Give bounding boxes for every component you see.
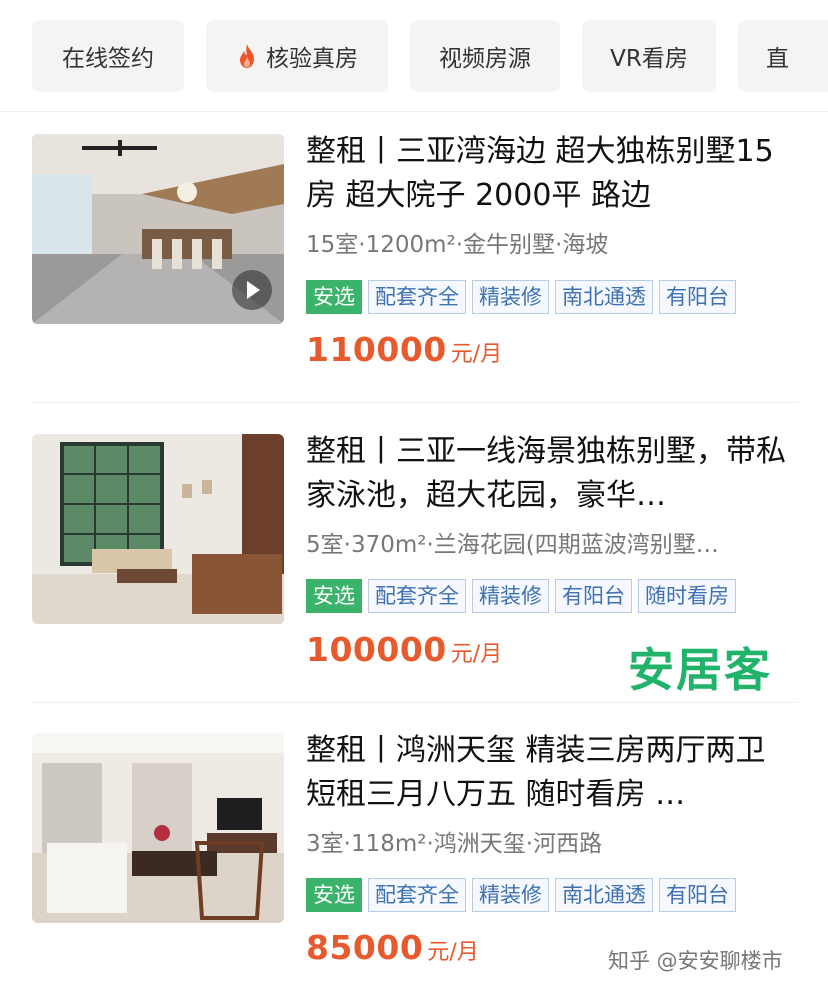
price-value: 110000 xyxy=(306,330,447,369)
tag-badge: 精装修 xyxy=(472,280,549,314)
filter-chip-online-sign[interactable]: 在线签约 xyxy=(32,20,184,92)
listing-price: 110000 元/月 xyxy=(306,330,502,374)
listing-photo[interactable] xyxy=(32,733,284,923)
source-watermark: 知乎 @安安聊楼市 xyxy=(608,949,783,973)
tag-badge: 配套齐全 xyxy=(368,280,466,314)
price-value: 85000 xyxy=(306,928,424,967)
filter-chip-video[interactable]: 视频房源 xyxy=(410,20,560,92)
tag-badge: 有阳台 xyxy=(659,878,736,912)
filter-chip-label: 在线签约 xyxy=(62,46,154,72)
listing-meta: 15室·1200m²·金牛别墅·海坡 xyxy=(306,232,609,258)
listing-title[interactable]: 整租丨三亚湾海边 超大独栋别墅15房 超大院子 2000平 路边 xyxy=(306,130,798,218)
brand-watermark: 安居客 xyxy=(628,643,772,697)
tag-badge: 南北通透 xyxy=(555,878,653,912)
filter-chip-label: 核验真房 xyxy=(266,46,358,72)
tag-badge: 安选 xyxy=(306,878,362,912)
filter-bar: 在线签约 核验真房 视频房源 VR看房 直 xyxy=(0,0,828,112)
tag-badge: 配套齐全 xyxy=(368,878,466,912)
listing-title[interactable]: 整租丨鸿洲天玺 精装三房两厅两卫 短租三月八万五 随时看房 … xyxy=(306,729,798,817)
filter-chip-label: 视频房源 xyxy=(439,46,531,72)
tag-badge: 有阳台 xyxy=(555,579,632,613)
listing-tags: 安选 配套齐全 精装修 有阳台 随时看房 xyxy=(306,579,798,613)
listing-price: 100000 元/月 xyxy=(306,630,502,674)
listing-title[interactable]: 整租丨三亚一线海景独栋别墅，带私家泳池，超大花园，豪华… xyxy=(306,430,798,518)
price-unit: 元/月 xyxy=(450,342,503,367)
play-video-icon[interactable] xyxy=(232,270,272,310)
tag-badge: 有阳台 xyxy=(659,280,736,314)
tag-badge: 精装修 xyxy=(472,878,549,912)
listing-price: 85000 元/月 xyxy=(306,928,479,972)
fire-icon xyxy=(236,43,258,69)
filter-chip-partial[interactable]: 直 xyxy=(738,20,828,92)
listing-tags: 安选 配套齐全 精装修 南北通透 有阳台 xyxy=(306,878,798,912)
filter-chip-vr[interactable]: VR看房 xyxy=(582,20,716,92)
price-value: 100000 xyxy=(306,630,447,669)
tag-badge: 安选 xyxy=(306,579,362,613)
tag-badge: 随时看房 xyxy=(638,579,736,613)
listing-photo[interactable] xyxy=(32,134,284,324)
listing-meta: 3室·118m²·鸿洲天玺·河西路 xyxy=(306,831,603,857)
listing-tags: 安选 配套齐全 精装修 南北通透 有阳台 xyxy=(306,280,798,314)
filter-chip-label: VR看房 xyxy=(610,46,688,72)
listing-photo[interactable] xyxy=(32,434,284,624)
tag-badge: 配套齐全 xyxy=(368,579,466,613)
price-unit: 元/月 xyxy=(450,642,503,667)
filter-chip-label: 直 xyxy=(766,46,789,72)
tag-badge: 南北通透 xyxy=(555,280,653,314)
listing-divider xyxy=(32,702,798,703)
tag-badge: 精装修 xyxy=(472,579,549,613)
price-unit: 元/月 xyxy=(427,940,479,965)
filter-chip-verified[interactable]: 核验真房 xyxy=(206,20,388,92)
listing-divider xyxy=(32,402,798,403)
tag-badge: 安选 xyxy=(306,280,362,314)
listing-meta: 5室·370m²·兰海花园(四期蓝波湾别墅… xyxy=(306,532,719,558)
